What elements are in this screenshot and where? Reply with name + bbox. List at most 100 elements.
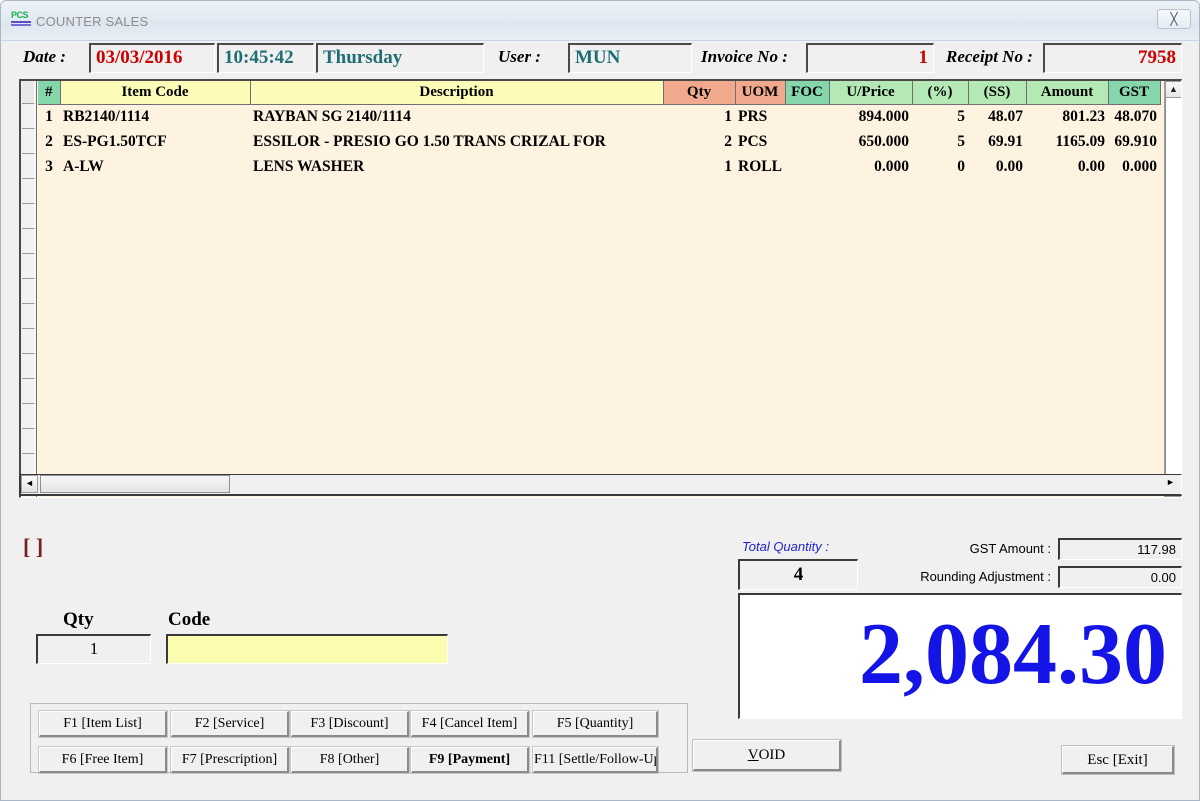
cell-empty[interactable] [38,179,60,204]
cell-empty[interactable] [785,429,829,454]
cell-empty[interactable] [1026,304,1108,329]
cell-empty[interactable] [250,254,663,279]
cell-empty[interactable] [1108,429,1160,454]
vscroll-track[interactable] [1165,98,1181,480]
cell-empty[interactable] [663,429,735,454]
cell-empty[interactable] [912,354,968,379]
cell-empty[interactable] [1108,204,1160,229]
cell-empty[interactable] [968,179,1026,204]
cell-empty[interactable] [829,429,912,454]
cell-empty[interactable] [829,404,912,429]
column-header-code[interactable]: Item Code [60,81,251,105]
cell-empty[interactable] [735,254,785,279]
fkey-button-f2[interactable]: F2 [Service] [170,710,290,738]
cell-empty[interactable] [1026,279,1108,304]
column-header-price[interactable]: U/Price [829,81,913,105]
cell-qty[interactable]: 1 [663,104,735,129]
cell-empty[interactable] [1108,379,1160,404]
cell-empty[interactable] [38,404,60,429]
cell-empty[interactable] [60,304,250,329]
cell-empty[interactable] [38,254,60,279]
cell-empty[interactable] [60,429,250,454]
table-row-empty[interactable] [38,379,1160,404]
items-grid[interactable]: # Item Code Description Qty UOM FOC U/Price (%)… [19,79,1182,498]
cell-empty[interactable] [60,179,250,204]
cell-price[interactable]: 894.000 [829,104,912,129]
cell-desc[interactable]: RAYBAN SG 2140/1114 [250,104,663,129]
cell-empty[interactable] [1108,229,1160,254]
cell-empty[interactable] [912,404,968,429]
cell-empty[interactable] [785,179,829,204]
cell-code[interactable]: A-LW [60,154,250,179]
cell-code[interactable]: ES-PG1.50TCF [60,129,250,154]
cell-price[interactable]: 650.000 [829,129,912,154]
cell-empty[interactable] [735,404,785,429]
cell-empty[interactable] [250,229,663,254]
cell-empty[interactable] [912,229,968,254]
cell-empty[interactable] [1026,429,1108,454]
cell-empty[interactable] [1026,179,1108,204]
cell-qty[interactable]: 2 [663,129,735,154]
receipt-no-value[interactable]: 7958 [1043,43,1182,73]
fkey-button-f3[interactable]: F3 [Discount] [290,710,410,738]
column-header-desc[interactable]: Description [250,81,664,105]
table-row[interactable]: 3 A-LW LENS WASHER 1 ROLL 0.000 0 0.00 0.00 0.000 [38,154,1160,179]
cell-pct[interactable]: 5 [912,104,968,129]
cell-empty[interactable] [1026,379,1108,404]
column-header-uom[interactable]: UOM [735,81,786,105]
cell-empty[interactable] [735,429,785,454]
table-row-empty[interactable] [38,329,1160,354]
table-row-empty[interactable] [38,279,1160,304]
table-row-empty[interactable] [38,204,1160,229]
cell-empty[interactable] [1026,254,1108,279]
gutter-row-cell[interactable] [22,154,35,179]
cell-empty[interactable] [735,329,785,354]
cell-empty[interactable] [785,329,829,354]
cell-empty[interactable] [60,204,250,229]
void-button[interactable]: VOID [692,739,842,772]
cell-empty[interactable] [250,279,663,304]
grid-horizontal-scrollbar[interactable]: ◄ ► [19,474,1182,496]
table-row-empty[interactable] [38,179,1160,204]
cell-empty[interactable] [829,204,912,229]
cell-empty[interactable] [38,329,60,354]
column-header-amt[interactable]: Amount [1026,81,1109,105]
cell-empty[interactable] [60,279,250,304]
gutter-row-cell[interactable] [22,104,35,129]
gutter-row-cell[interactable] [22,204,35,229]
gutter-row-cell[interactable] [22,329,35,354]
column-header-pct[interactable]: (%) [912,81,969,105]
cell-uom[interactable]: PCS [735,129,785,154]
gutter-row-cell[interactable] [22,304,35,329]
cell-empty[interactable] [1108,404,1160,429]
cell-empty[interactable] [968,329,1026,354]
cell-empty[interactable] [60,404,250,429]
scroll-left-icon[interactable]: ◄ [21,475,38,493]
scroll-right-icon[interactable]: ► [1162,475,1179,493]
cell-price[interactable]: 0.000 [829,154,912,179]
cell-empty[interactable] [829,229,912,254]
cell-empty[interactable] [250,179,663,204]
cell-empty[interactable] [1026,204,1108,229]
code-input[interactable] [166,634,448,664]
fkey-button-f6[interactable]: F6 [Free Item] [38,746,168,774]
cell-empty[interactable] [250,429,663,454]
gutter-row-cell[interactable] [22,279,35,304]
cell-empty[interactable] [912,329,968,354]
cell-desc[interactable]: ESSILOR - PRESIO GO 1.50 TRANS CRIZAL FO… [250,129,663,154]
cell-ss[interactable]: 48.07 [968,104,1026,129]
cell-empty[interactable] [968,204,1026,229]
cell-empty[interactable] [38,204,60,229]
cell-empty[interactable] [735,179,785,204]
cell-empty[interactable] [829,329,912,354]
cell-gst[interactable]: 0.000 [1108,154,1160,179]
fkey-button-f11[interactable]: F11 [Settle/Follow-Up] [532,746,659,774]
cell-amt[interactable]: 1165.09 [1026,129,1108,154]
cell-empty[interactable] [968,229,1026,254]
cell-empty[interactable] [785,304,829,329]
cell-empty[interactable] [785,254,829,279]
cell-empty[interactable] [785,354,829,379]
cell-empty[interactable] [663,304,735,329]
cell-empty[interactable] [38,354,60,379]
cell-empty[interactable] [912,379,968,404]
